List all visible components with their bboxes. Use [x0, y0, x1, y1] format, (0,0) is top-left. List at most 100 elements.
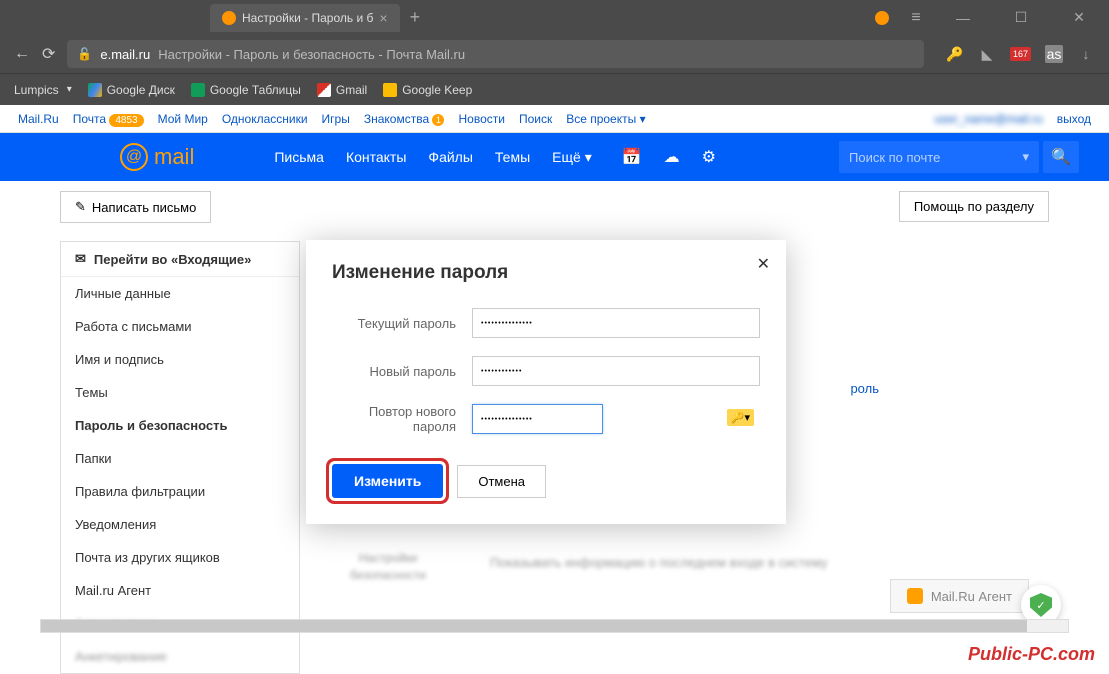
- modal-close-button[interactable]: ✕: [757, 254, 770, 274]
- sidebar-item-filters[interactable]: Правила фильтрации: [61, 475, 299, 508]
- mail-search-input[interactable]: Поиск по почте ▾: [839, 141, 1039, 173]
- repeat-password-input[interactable]: [472, 404, 603, 434]
- sidebar-item-security[interactable]: Пароль и безопасность: [61, 409, 299, 442]
- calendar-icon[interactable]: 📅: [622, 147, 642, 167]
- addressbar: ← ⟳ 🔓 e.mail.ru Настройки - Пароль и без…: [0, 35, 1109, 73]
- extension-badge[interactable]: 167: [1010, 47, 1031, 61]
- modal-title: Изменение пароля: [332, 262, 760, 284]
- nav-dating[interactable]: Знакомства: [364, 112, 429, 126]
- nav-username[interactable]: user_name@mail.ru: [934, 112, 1042, 126]
- tab-close-icon[interactable]: ×: [379, 10, 387, 26]
- content-hint: Показывать информацию о последнем входе …: [490, 555, 828, 570]
- download-icon[interactable]: ↓: [1077, 45, 1095, 63]
- mailru-topnav: Mail.Ru Почта 4853 Мой Мир Одноклассники…: [0, 105, 1109, 133]
- close-window-button[interactable]: ✕: [1059, 4, 1099, 32]
- lock-icon: 🔓: [77, 47, 92, 61]
- sidebar-item-folders[interactable]: Папки: [61, 442, 299, 475]
- back-button[interactable]: ←: [14, 45, 30, 63]
- browser-chrome: Настройки - Пароль и б × + ≡ — ☐ ✕ ← ⟳ 🔓…: [0, 0, 1109, 105]
- nav-logout[interactable]: выход: [1057, 112, 1091, 126]
- at-icon: @: [120, 143, 148, 171]
- tab-title: Настройки - Пароль и б: [242, 11, 373, 25]
- menu-contacts[interactable]: Контакты: [346, 149, 406, 166]
- gear-icon[interactable]: ⚙: [702, 147, 716, 167]
- bookmark-sheets[interactable]: Google Таблицы: [191, 83, 301, 97]
- menu-files[interactable]: Файлы: [428, 149, 472, 166]
- gmail-icon: [317, 83, 331, 97]
- maximize-button[interactable]: ☐: [1001, 4, 1041, 32]
- sheets-icon: [191, 83, 205, 97]
- indicator-icon[interactable]: [875, 11, 889, 25]
- current-password-input[interactable]: [472, 308, 760, 338]
- url-host: e.mail.ru: [100, 47, 150, 62]
- settings-labels: Настройки безопасности: [350, 550, 426, 584]
- compose-button[interactable]: ✎ Написать письмо: [60, 191, 211, 223]
- titlebar: Настройки - Пароль и б × + ≡ — ☐ ✕: [0, 0, 1109, 35]
- change-password-modal: ✕ Изменение пароля Текущий пароль Новый …: [306, 240, 786, 524]
- keep-icon: [383, 83, 397, 97]
- mail-header: @ mail Письма Контакты Файлы Темы Ещё ▾ …: [0, 133, 1109, 181]
- envelope-icon: ✉: [75, 251, 86, 267]
- bookmark-gmail[interactable]: Gmail: [317, 83, 367, 97]
- browser-tab[interactable]: Настройки - Пароль и б ×: [210, 4, 400, 32]
- password-manager-icon[interactable]: 🔑▾: [727, 409, 754, 426]
- bookmark-lumpics[interactable]: Lumpics: [14, 83, 72, 97]
- bookmark-icon[interactable]: ◣: [978, 45, 996, 63]
- search-icon: 🔍: [1051, 147, 1071, 167]
- mail-logo[interactable]: @ mail: [120, 143, 194, 171]
- nav-odk[interactable]: Одноклассники: [222, 112, 308, 126]
- menu-more[interactable]: Ещё ▾: [552, 149, 592, 166]
- settings-sidebar: ✉ Перейти во «Входящие» Личные данные Ра…: [60, 241, 300, 674]
- nav-moimir[interactable]: Мой Мир: [158, 112, 208, 126]
- search-button[interactable]: 🔍: [1043, 141, 1079, 173]
- cloud-icon[interactable]: ☁: [664, 147, 680, 167]
- edit-icon: ✎: [75, 199, 86, 215]
- bookmarks-bar: Lumpics Google Диск Google Таблицы Gmail…: [0, 73, 1109, 105]
- bookmark-drive[interactable]: Google Диск: [88, 83, 175, 97]
- unread-badge: 4853: [109, 114, 143, 127]
- drive-icon: [88, 83, 102, 97]
- new-tab-button[interactable]: +: [410, 7, 421, 28]
- watermark: Public-PC.com: [968, 644, 1095, 665]
- current-password-label: Текущий пароль: [332, 316, 472, 331]
- nav-search[interactable]: Поиск: [519, 112, 552, 126]
- menu-letters[interactable]: Письма: [274, 149, 324, 166]
- sidebar-item-survey[interactable]: Анкетирование: [61, 640, 299, 673]
- sidebar-item-letters[interactable]: Работа с письмами: [61, 310, 299, 343]
- help-button[interactable]: Помощь по разделу: [899, 191, 1049, 222]
- agent-icon: [907, 588, 923, 604]
- bookmark-keep[interactable]: Google Keep: [383, 83, 472, 97]
- reload-button[interactable]: ⟳: [42, 44, 55, 64]
- tab-favicon: [222, 11, 236, 25]
- horizontal-scrollbar[interactable]: [40, 619, 1069, 633]
- minimize-button[interactable]: —: [943, 4, 983, 32]
- sidebar-item-externalmail[interactable]: Почта из других ящиков: [61, 541, 299, 574]
- nav-mailru[interactable]: Mail.Ru: [18, 112, 59, 126]
- extension-icon[interactable]: as: [1045, 45, 1063, 63]
- sidebar-item-personal[interactable]: Личные данные: [61, 277, 299, 310]
- sidebar-item-notifications[interactable]: Уведомления: [61, 508, 299, 541]
- sidebar-item-agent[interactable]: Mail.ru Агент: [61, 574, 299, 607]
- sidebar-item-signature[interactable]: Имя и подпись: [61, 343, 299, 376]
- new-password-input[interactable]: [472, 356, 760, 386]
- nav-projects[interactable]: Все проекты ▾: [566, 112, 645, 126]
- menu-themes[interactable]: Темы: [495, 149, 530, 166]
- nav-games[interactable]: Игры: [322, 112, 350, 126]
- nav-pochta[interactable]: Почта: [73, 112, 106, 126]
- sidebar-inbox[interactable]: ✉ Перейти во «Входящие»: [61, 242, 299, 277]
- agent-button[interactable]: Mail.Ru Агент: [890, 579, 1029, 613]
- menu-icon[interactable]: ≡: [907, 9, 925, 27]
- key-icon[interactable]: 🔑: [946, 45, 964, 63]
- modal-submit-button[interactable]: Изменить: [332, 464, 443, 498]
- new-password-label: Новый пароль: [332, 364, 472, 379]
- sidebar-item-themes[interactable]: Темы: [61, 376, 299, 409]
- content-link[interactable]: роль: [850, 381, 879, 396]
- repeat-password-label: Повтор нового пароля: [332, 404, 472, 434]
- url-input[interactable]: 🔓 e.mail.ru Настройки - Пароль и безопас…: [67, 40, 924, 68]
- shield-icon: ✓: [1030, 593, 1052, 617]
- dating-badge: 1: [432, 114, 444, 126]
- modal-cancel-button[interactable]: Отмена: [457, 465, 546, 498]
- scrollbar-thumb[interactable]: [41, 620, 1027, 632]
- nav-news[interactable]: Новости: [458, 112, 504, 126]
- url-path: Настройки - Пароль и безопасность - Почт…: [158, 47, 465, 62]
